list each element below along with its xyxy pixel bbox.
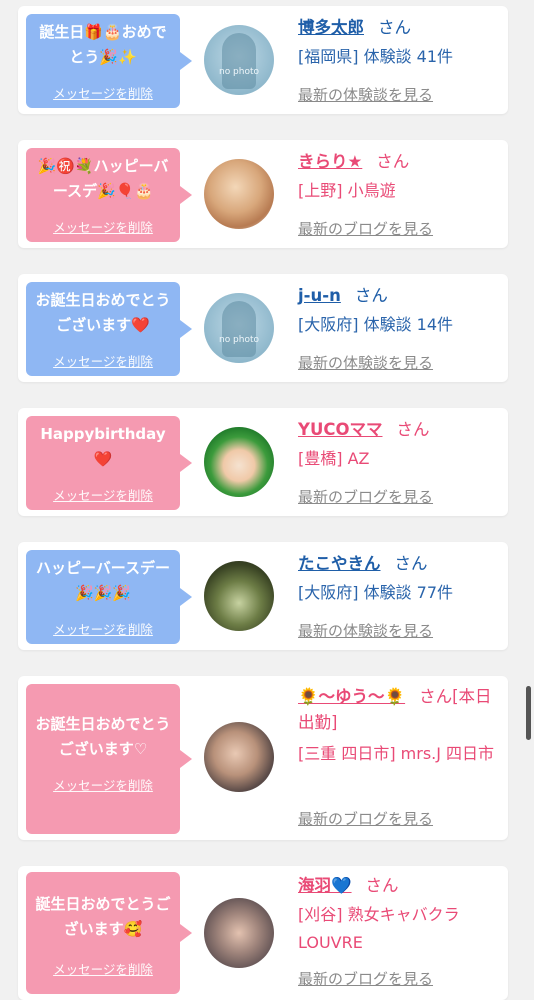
avatar[interactable] bbox=[204, 159, 274, 229]
user-meta: [福岡県] 体験談 41件 bbox=[298, 47, 454, 66]
user-info: たこやきん さん [大阪府] 体験談 77件 bbox=[298, 550, 500, 606]
user-info: YUCOママ さん [豊橋] AZ bbox=[298, 416, 500, 472]
message-bubble: Happybirthday❤️ メッセージを削除 bbox=[26, 416, 192, 510]
honorific: さん bbox=[396, 420, 430, 439]
user-meta: [大阪府] 体験談 14件 bbox=[298, 315, 454, 334]
user-meta: [豊橋] AZ bbox=[298, 449, 370, 468]
user-meta: [刈谷] 熟女キャバクラLOUVRE bbox=[298, 905, 460, 952]
message-card: ハッピーバースデー🎉🎉🎉 メッセージを削除 たこやきん さん [大阪府] 体験談 … bbox=[18, 542, 508, 650]
message-text: 🎉㊗️💐ハッピーバースデ🎉🎈🎂 bbox=[37, 157, 169, 200]
message-text: 誕生日🎁🎂おめでとう🎉✨ bbox=[39, 23, 167, 66]
message-bubble: お誕生日おめでとうございます❤️ メッセージを削除 bbox=[26, 282, 192, 376]
latest-post-link[interactable]: 最新の体験談を見る bbox=[298, 352, 433, 373]
user-name-link[interactable]: 🌻〜ゆう〜🌻 bbox=[298, 687, 405, 706]
avatar[interactable]: no photo bbox=[204, 25, 274, 95]
honorific: さん bbox=[354, 286, 388, 305]
latest-post-link[interactable]: 最新の体験談を見る bbox=[298, 620, 433, 641]
avatar[interactable] bbox=[204, 722, 274, 792]
latest-post-link[interactable]: 最新のブログを見る bbox=[298, 968, 433, 989]
silhouette-icon bbox=[222, 33, 256, 89]
user-meta: [上野] 小鳥遊 bbox=[298, 181, 396, 200]
user-name-link[interactable]: 博多太郎 bbox=[298, 18, 364, 37]
honorific: さん bbox=[378, 18, 411, 37]
user-name-link[interactable]: たこやきん bbox=[298, 554, 381, 573]
user-name-link[interactable]: j-u-n bbox=[298, 286, 341, 305]
avatar[interactable] bbox=[204, 427, 274, 497]
delete-message-link[interactable]: メッセージを削除 bbox=[26, 959, 180, 978]
latest-post-link[interactable]: 最新のブログを見る bbox=[298, 486, 433, 507]
honorific: さん bbox=[365, 876, 399, 895]
no-photo-label: no photo bbox=[218, 335, 260, 345]
message-text: ハッピーバースデー🎉🎉🎉 bbox=[35, 559, 171, 602]
user-meta: [大阪府] 体験談 77件 bbox=[298, 583, 454, 602]
delete-message-link[interactable]: メッセージを削除 bbox=[26, 619, 180, 638]
user-info: きらり★ さん [上野] 小鳥遊 bbox=[298, 148, 500, 204]
user-info: 海羽💙 さん [刈谷] 熟女キャバクラLOUVRE bbox=[298, 872, 500, 957]
delete-message-link[interactable]: メッセージを削除 bbox=[26, 485, 180, 504]
silhouette-icon bbox=[222, 301, 256, 357]
avatar[interactable] bbox=[204, 898, 274, 968]
message-card: 誕生日おめでとうございます🥰 メッセージを削除 海羽💙 さん [刈谷] 熟女キャバ… bbox=[18, 866, 508, 1000]
delete-message-link[interactable]: メッセージを削除 bbox=[26, 775, 180, 794]
user-name-link[interactable]: 海羽💙 bbox=[298, 876, 352, 895]
latest-post-link[interactable]: 最新のブログを見る bbox=[298, 808, 433, 829]
message-card: お誕生日おめでとうございます♡ メッセージを削除 🌻〜ゆう〜🌻 さん[本日出勤] … bbox=[18, 676, 508, 840]
message-text: お誕生日おめでとうございます♡ bbox=[35, 715, 171, 758]
avatar[interactable] bbox=[204, 561, 274, 631]
message-text: Happybirthday❤️ bbox=[40, 425, 166, 468]
latest-post-link[interactable]: 最新のブログを見る bbox=[298, 218, 433, 239]
scrollbar[interactable] bbox=[526, 686, 531, 740]
delete-message-link[interactable]: メッセージを削除 bbox=[26, 351, 180, 370]
message-card: 誕生日🎁🎂おめでとう🎉✨ メッセージを削除 no photo 博多太郎 さん [福… bbox=[18, 6, 508, 114]
honorific: さん bbox=[394, 554, 428, 573]
user-info: 🌻〜ゆう〜🌻 さん[本日出勤] [三重 四日市] mrs.J 四日市 bbox=[298, 684, 500, 768]
message-bubble: お誕生日おめでとうございます♡ メッセージを削除 bbox=[26, 684, 192, 834]
message-card: 🎉㊗️💐ハッピーバースデ🎉🎈🎂 メッセージを削除 きらり★ さん [上野] 小鳥遊… bbox=[18, 140, 508, 248]
message-bubble: 誕生日おめでとうございます🥰 メッセージを削除 bbox=[26, 872, 192, 994]
user-info: 博多太郎 さん [福岡県] 体験談 41件 bbox=[298, 14, 500, 70]
delete-message-link[interactable]: メッセージを削除 bbox=[26, 217, 180, 236]
user-name-link[interactable]: YUCOママ bbox=[298, 420, 382, 439]
message-bubble: ハッピーバースデー🎉🎉🎉 メッセージを削除 bbox=[26, 550, 192, 644]
message-card: お誕生日おめでとうございます❤️ メッセージを削除 no photo j-u-n… bbox=[18, 274, 508, 382]
message-bubble: 🎉㊗️💐ハッピーバースデ🎉🎈🎂 メッセージを削除 bbox=[26, 148, 192, 242]
latest-post-link[interactable]: 最新の体験談を見る bbox=[298, 84, 433, 105]
user-meta: [三重 四日市] mrs.J 四日市 bbox=[298, 744, 495, 763]
message-text: お誕生日おめでとうございます❤️ bbox=[35, 291, 171, 334]
message-card: Happybirthday❤️ メッセージを削除 YUCOママ さん [豊橋] A… bbox=[18, 408, 508, 516]
message-bubble: 誕生日🎁🎂おめでとう🎉✨ メッセージを削除 bbox=[26, 14, 192, 108]
delete-message-link[interactable]: メッセージを削除 bbox=[26, 83, 180, 102]
user-name-link[interactable]: きらり★ bbox=[298, 152, 362, 171]
message-text: 誕生日おめでとうございます🥰 bbox=[35, 895, 171, 938]
honorific: さん bbox=[376, 152, 410, 171]
user-info: j-u-n さん [大阪府] 体験談 14件 bbox=[298, 282, 500, 338]
avatar[interactable]: no photo bbox=[204, 293, 274, 363]
no-photo-label: no photo bbox=[218, 67, 260, 77]
